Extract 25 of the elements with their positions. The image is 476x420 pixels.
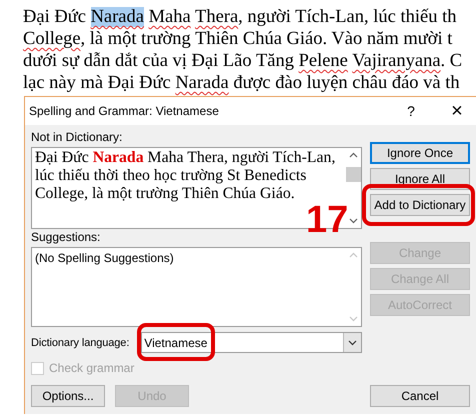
action-button[interactable]: Add to Dictionary [370,194,470,216]
field-label: Not in Dictionary: [31,129,124,145]
field-label: Suggestions: [31,229,102,245]
document-text-line: Đại Đức Narada Maha Thera, người Tích-Lan, lúc thiếu th [23,6,458,28]
document-text-line: College, là một trường Thiên Chúa Giáo. Vào năm mười t [23,28,454,50]
dropdown-button[interactable] [343,333,361,352]
field-label: Dictionary language: [31,336,130,348]
checkbox-label: Check grammar [49,361,134,375]
language-dropdown[interactable]: Vietnamese [141,332,362,353]
scroll-up-icon[interactable] [348,152,358,158]
action-button[interactable]: Cancel [370,385,470,407]
not-in-dictionary-text: Đại Đức Narada Maha Thera, người Tích-Lan, lúc thiếu thời theo học trường St Benedicts College, là một trường Thiên Chúa Giáo. [34,148,336,203]
document-text-line: lạc này mà Đại Đức Narada được đào luyện châu đáo và th [23,72,461,94]
help-button[interactable]: ? [396,98,426,124]
suggestions-list[interactable]: (No Spelling Suggestions) [31,247,362,327]
scroll-down-icon[interactable] [348,218,358,224]
window-title: Spelling and Grammar: Vietnamese [29,104,220,118]
document-text-line: dưới sự dẫn dắt của vị Đại Lão Tăng Pelene Vajiranyana. C [23,50,464,72]
action-button[interactable]: Options... [31,385,105,407]
chevron-down-icon[interactable] [348,340,357,346]
suggestion-item[interactable]: (No Spelling Suggestions) [35,251,342,265]
action-button[interactable]: Ignore Once [370,142,470,164]
close-button[interactable]: × [442,98,472,124]
dropdown-value: Vietnamese [144,336,208,350]
scroll-thumb[interactable] [346,166,360,182]
